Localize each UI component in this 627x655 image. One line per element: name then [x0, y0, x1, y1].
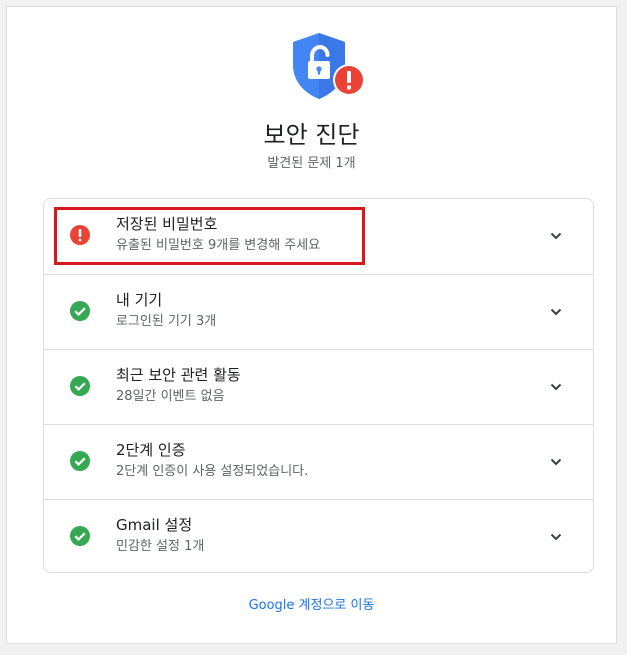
shield-lock-alert-icon — [293, 33, 365, 99]
check-circle-icon — [70, 526, 90, 546]
page-title: 보안 진단 — [263, 121, 360, 149]
issues-found-count: 발견된 문제 1개 — [267, 156, 356, 171]
item-description: 민감한 설정 1개 — [116, 539, 205, 554]
check-circle-icon — [70, 301, 90, 321]
item-description: 유출된 비밀번호 9개를 변경해 주세요 — [116, 238, 321, 253]
item-gmail-settings[interactable]: Gmail 설정 민감한 설정 1개 — [44, 499, 593, 572]
security-items-list: 저장된 비밀번호 유출된 비밀번호 9개를 변경해 주세요 내 기기 로그인된 … — [43, 198, 594, 573]
item-saved-passwords[interactable]: 저장된 비밀번호 유출된 비밀번호 9개를 변경해 주세요 — [44, 199, 593, 274]
chevron-down-icon[interactable] — [547, 303, 565, 321]
item-title: 내 기기 — [116, 291, 163, 309]
item-description: 2단계 인증이 사용 설정되었습니다. — [116, 464, 309, 479]
go-to-google-account-link[interactable]: Google 계정으로 이동 — [7, 597, 616, 615]
chevron-down-icon[interactable] — [547, 378, 565, 396]
alert-circle-icon — [70, 225, 90, 245]
item-2-step-verification[interactable]: 2단계 인증 2단계 인증이 사용 설정되었습니다. — [44, 424, 593, 499]
item-title: 2단계 인증 — [116, 441, 186, 459]
item-title: Gmail 설정 — [116, 516, 193, 534]
item-my-devices[interactable]: 내 기기 로그인된 기기 3개 — [44, 274, 593, 349]
item-recent-security-activity[interactable]: 최근 보안 관련 활동 28일간 이벤트 없음 — [44, 349, 593, 424]
item-title: 저장된 비밀번호 — [116, 215, 218, 233]
security-checkup-card: 보안 진단 발견된 문제 1개 저장된 비밀번호 유출된 비밀번호 9개를 변경… — [6, 6, 617, 644]
item-description: 28일간 이벤트 없음 — [116, 389, 225, 404]
chevron-down-icon[interactable] — [547, 227, 565, 245]
item-title: 최근 보안 관련 활동 — [116, 366, 241, 384]
check-circle-icon — [70, 376, 90, 396]
check-circle-icon — [70, 451, 90, 471]
chevron-down-icon[interactable] — [547, 453, 565, 471]
chevron-down-icon[interactable] — [547, 528, 565, 546]
item-description: 로그인된 기기 3개 — [116, 314, 217, 329]
